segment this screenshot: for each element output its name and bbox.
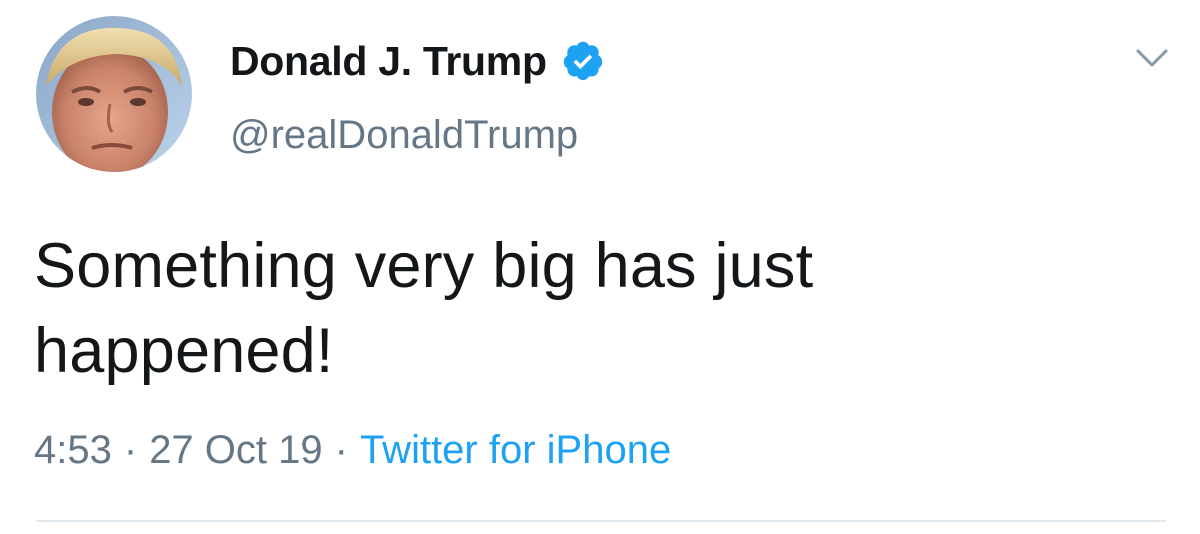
tweet-date[interactable]: 27 Oct 19 bbox=[149, 428, 322, 473]
tweet-source-link[interactable]: Twitter for iPhone bbox=[360, 428, 671, 473]
tweet-metadata: 4:53 · 27 Oct 19 · Twitter for iPhone bbox=[34, 428, 671, 473]
tweet-card: Donald J. Trump @realDonaldTrump Somethi… bbox=[0, 0, 1200, 534]
author-display-name[interactable]: Donald J. Trump bbox=[230, 38, 547, 85]
author-name-row[interactable]: Donald J. Trump bbox=[230, 38, 605, 84]
tweet-time[interactable]: 4:53 bbox=[34, 428, 112, 473]
verified-badge-icon bbox=[561, 39, 605, 83]
chevron-down-icon[interactable] bbox=[1134, 46, 1170, 70]
metadata-separator: · bbox=[123, 428, 138, 472]
metadata-separator: · bbox=[334, 428, 348, 472]
divider bbox=[36, 520, 1166, 522]
author-handle[interactable]: @realDonaldTrump bbox=[230, 113, 578, 158]
tweet-text-line: happened! bbox=[34, 316, 334, 386]
avatar-image bbox=[36, 16, 192, 172]
tweet-text: Something very big has just happened! bbox=[34, 224, 1154, 394]
author-avatar[interactable] bbox=[36, 16, 192, 172]
tweet-text-line: Something very big has just bbox=[34, 231, 814, 301]
